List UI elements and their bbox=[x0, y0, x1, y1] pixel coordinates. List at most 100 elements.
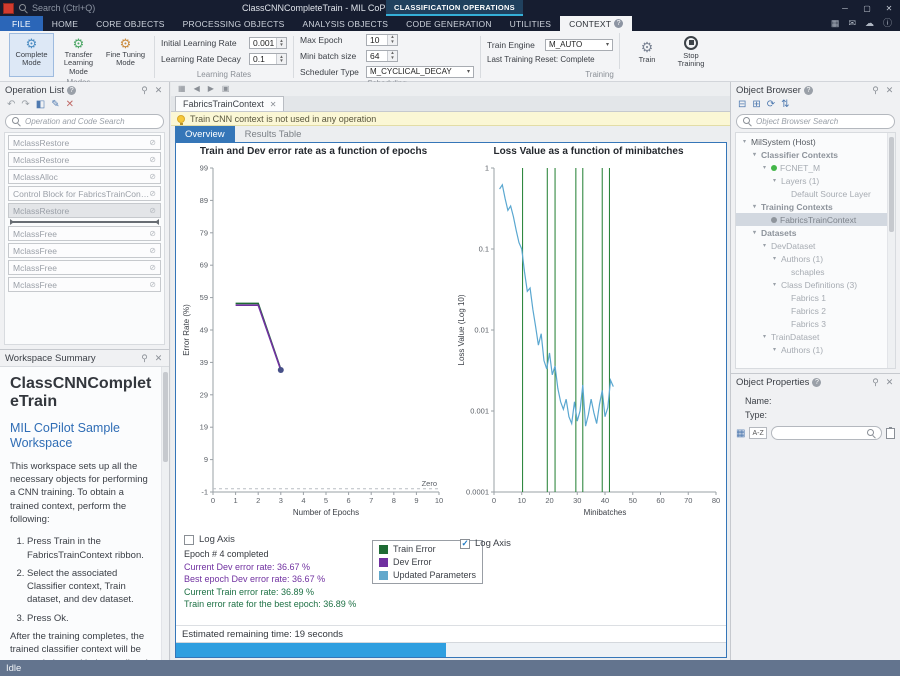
refresh-icon[interactable]: ⟳ bbox=[767, 100, 775, 110]
dock-panel-icon[interactable]: ▣ bbox=[222, 85, 230, 93]
tree-item-fabrics-3[interactable]: Fabrics 3 bbox=[736, 317, 895, 330]
properties-search-input[interactable] bbox=[771, 426, 882, 440]
operation-list-item[interactable]: MclassFree⊘ bbox=[8, 243, 161, 258]
close-panel-icon[interactable]: ✕ bbox=[153, 353, 164, 364]
help-icon[interactable]: ? bbox=[812, 378, 821, 387]
pin-icon[interactable]: ⚲ bbox=[870, 85, 881, 96]
pin-icon[interactable]: ⚲ bbox=[139, 85, 150, 96]
nav-back-icon[interactable]: ◀ bbox=[194, 85, 200, 93]
pin-icon[interactable]: ⚲ bbox=[139, 353, 150, 364]
operation-list-item[interactable]: Control Block for FabricsTrainContext⊘ bbox=[8, 186, 161, 201]
tree-item-milsystem-host[interactable]: ▾MilSystem (Host) bbox=[736, 135, 895, 148]
log-axis-checkbox-right[interactable]: ✓ bbox=[460, 539, 470, 549]
scrollbar[interactable] bbox=[161, 367, 169, 660]
spinner-arrows-icon[interactable]: ▲▼ bbox=[387, 51, 397, 61]
tree-item-authors-1[interactable]: ▾Authors (1) bbox=[736, 252, 895, 265]
scrollbar-thumb[interactable] bbox=[163, 372, 168, 462]
sort-icon[interactable]: ⇅ bbox=[781, 100, 789, 110]
layout-grid-icon[interactable]: ▦ bbox=[178, 85, 186, 93]
sort-az-icon[interactable]: A-Z bbox=[749, 427, 766, 439]
menu-tab-processing-objects[interactable]: PROCESSING OBJECTS bbox=[174, 16, 294, 31]
tree-item-datasets[interactable]: ▾Datasets bbox=[736, 226, 895, 239]
log-axis-toggle-left[interactable]: Log Axis bbox=[184, 534, 356, 545]
operation-list-item[interactable]: MclassFree⊘ bbox=[8, 226, 161, 241]
expander-icon[interactable]: ▾ bbox=[741, 138, 748, 145]
expander-icon[interactable]: ▾ bbox=[771, 177, 778, 184]
train-engine-dropdown[interactable]: M_AUTO▾ bbox=[545, 39, 613, 51]
minimize-button[interactable]: ─ bbox=[834, 0, 856, 16]
operation-list-item[interactable]: MclassFree⊘ bbox=[8, 260, 161, 275]
expander-icon[interactable]: ▾ bbox=[761, 164, 768, 171]
delete-operation-icon[interactable]: ✕ bbox=[66, 100, 74, 110]
tree-item-authors-1[interactable]: ▾Authors (1) bbox=[736, 343, 895, 356]
close-button[interactable]: ✕ bbox=[878, 0, 900, 16]
clipboard-icon[interactable] bbox=[886, 428, 895, 439]
info-icon[interactable]: ⓘ bbox=[883, 19, 892, 28]
operation-list-item[interactable]: MclassFree⊘ bbox=[8, 277, 161, 292]
operation-search-input[interactable]: Operation and Code Search bbox=[5, 114, 164, 129]
nav-forward-icon[interactable]: ▶ bbox=[208, 85, 214, 93]
expander-icon[interactable]: ▾ bbox=[751, 229, 758, 236]
expander-icon[interactable]: ▾ bbox=[771, 255, 778, 262]
expand-all-icon[interactable]: ⊞ bbox=[752, 100, 760, 110]
tree-item-fabrics-1[interactable]: Fabrics 1 bbox=[736, 291, 895, 304]
help-icon[interactable]: ? bbox=[67, 86, 76, 95]
menu-tab-analysis-objects[interactable]: ANALYSIS OBJECTS bbox=[293, 16, 397, 31]
maximize-button[interactable]: ▢ bbox=[856, 0, 878, 16]
scrollbar-thumb[interactable] bbox=[889, 137, 894, 232]
tree-item-class-definitions-3[interactable]: ▾Class Definitions (3) bbox=[736, 278, 895, 291]
tab-overview[interactable]: Overview bbox=[175, 126, 235, 142]
cloud-icon[interactable]: ☁ bbox=[865, 19, 874, 28]
tree-item-classifier-contexts[interactable]: ▾Classifier Contexts bbox=[736, 148, 895, 161]
log-axis-checkbox-left[interactable] bbox=[184, 535, 194, 545]
tree-item-training-contexts[interactable]: ▾Training Contexts bbox=[736, 200, 895, 213]
close-panel-icon[interactable]: ✕ bbox=[153, 85, 164, 96]
close-panel-icon[interactable]: ✕ bbox=[884, 85, 895, 96]
menu-tab-utilities[interactable]: UTILITIES bbox=[501, 16, 560, 31]
menu-tab-code-generation[interactable]: CODE GENERATION bbox=[397, 16, 501, 31]
tree-item-layers-1[interactable]: ▾Layers (1) bbox=[736, 174, 895, 187]
edit-operation-icon[interactable]: ✎ bbox=[51, 100, 59, 110]
tree-item-fcnet-m[interactable]: ▾FCNET_M bbox=[736, 161, 895, 174]
expander-icon[interactable]: ▾ bbox=[761, 242, 768, 249]
menu-tab-file[interactable]: FILE bbox=[0, 16, 43, 31]
operation-list-item[interactable]: MclassAlloc⊘ bbox=[8, 169, 161, 184]
contextual-tab-label[interactable]: CLASSIFICATION OPERATIONS bbox=[386, 0, 523, 16]
tree-item-fabricstraincontext[interactable]: FabricsTrainContext bbox=[736, 213, 895, 226]
redo-icon[interactable]: ↷ bbox=[21, 100, 29, 110]
undo-icon[interactable]: ↶ bbox=[7, 100, 15, 110]
complete-mode-button[interactable]: ⚙Complete Mode bbox=[9, 33, 54, 77]
help-icon[interactable]: ? bbox=[614, 19, 623, 28]
tree-item-schaples[interactable]: schaples bbox=[736, 265, 895, 278]
fine-tuning-mode-button[interactable]: ⚙Fine Tuning Mode bbox=[103, 33, 148, 77]
tree-item-traindataset[interactable]: ▾TrainDataset bbox=[736, 330, 895, 343]
feedback-icon[interactable]: ✉ bbox=[848, 19, 856, 28]
grid-view-icon[interactable]: ▦ bbox=[736, 428, 745, 439]
menu-tab-context[interactable]: CONTEXT? bbox=[560, 16, 632, 31]
operation-list-item[interactable]: MclassRestore⊘ bbox=[8, 203, 161, 218]
expander-icon[interactable]: ▾ bbox=[771, 346, 778, 353]
log-axis-toggle-right[interactable]: ✓ Log Axis bbox=[460, 538, 511, 549]
menu-tab-core-objects[interactable]: CORE OBJECTS bbox=[87, 16, 174, 31]
scrollbar[interactable] bbox=[887, 133, 895, 368]
operation-list-item[interactable]: MclassRestore⊘ bbox=[8, 152, 161, 167]
operation-list-item[interactable]: MclassRestore⊘ bbox=[8, 135, 161, 150]
insert-operation-icon[interactable]: ◧ bbox=[36, 100, 45, 110]
close-tab-icon[interactable]: ✕ bbox=[270, 100, 277, 109]
learning-rate-decay-input[interactable]: 0.1 ▲▼ bbox=[249, 53, 287, 65]
menu-tab-home[interactable]: HOME bbox=[43, 16, 87, 31]
stop-training-button[interactable]: Stop Training bbox=[670, 34, 712, 69]
expander-icon[interactable]: ▾ bbox=[761, 333, 768, 340]
document-tab[interactable]: FabricsTrainContext ✕ bbox=[175, 96, 284, 111]
pin-icon[interactable]: ⚲ bbox=[870, 377, 881, 388]
expander-icon[interactable]: ▾ bbox=[751, 151, 758, 158]
scheduler-type-dropdown[interactable]: M_CYCLICAL_DECAY▾ bbox=[366, 66, 474, 78]
layout-icon[interactable]: ▦ bbox=[831, 19, 840, 28]
initial-learning-rate-input[interactable]: 0.001 ▲▼ bbox=[249, 37, 287, 49]
tree-item-default-source-layer[interactable]: Default Source Layer bbox=[736, 187, 895, 200]
tab-results-table[interactable]: Results Table bbox=[235, 126, 312, 142]
spinner-arrows-icon[interactable]: ▲▼ bbox=[276, 54, 286, 64]
spinner-arrows-icon[interactable]: ▲▼ bbox=[387, 35, 397, 45]
help-icon[interactable]: ? bbox=[804, 86, 813, 95]
expander-icon[interactable]: ▾ bbox=[771, 281, 778, 288]
